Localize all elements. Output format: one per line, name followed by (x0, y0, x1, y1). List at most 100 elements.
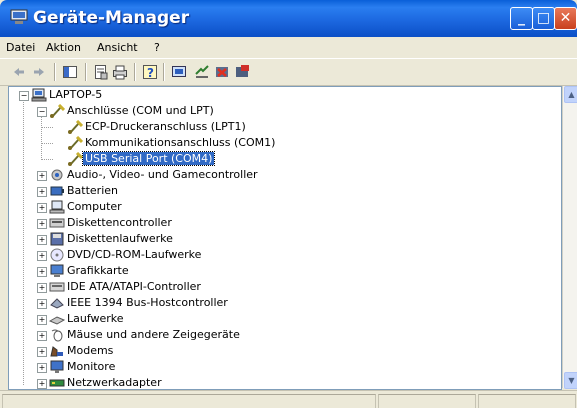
computer-icon (49, 200, 65, 214)
dvd-drive-icon (50, 248, 64, 262)
tree-category-label: Anschlüsse (COM und LPT) (67, 104, 214, 117)
status-cell (478, 394, 576, 408)
port-icon (68, 120, 83, 134)
tree-category-label: Audio-, Video- und Gamecontroller (67, 168, 258, 181)
tree-category-label: IDE ATA/ATAPI-Controller (67, 280, 201, 293)
maximize-button[interactable]: □ (532, 7, 555, 30)
tree-category-label: Laufwerke (67, 312, 124, 325)
expand-toggle[interactable]: + (37, 363, 47, 373)
ieee1394-icon (50, 298, 64, 309)
scan-hardware-icon[interactable] (171, 64, 187, 80)
tree-category-row[interactable]: + Netzwerkadapter (9, 375, 549, 389)
collapse-toggle[interactable]: − (19, 91, 29, 101)
tree-category-row[interactable]: + Diskettencontroller (9, 215, 549, 231)
scroll-up-icon[interactable]: ▲ (564, 86, 577, 103)
tree-category-label: Mäuse und andere Zeigegeräte (67, 328, 240, 341)
tree-category-row[interactable]: + Diskettenlaufwerke (9, 231, 549, 247)
properties-icon[interactable] (93, 64, 109, 80)
toolbar-separator (54, 63, 56, 81)
tree-category-label: Modems (67, 344, 114, 357)
tree-category-label: Netzwerkadapter (67, 376, 162, 389)
tree-category-label: IEEE 1394 Bus-Hostcontroller (67, 296, 228, 309)
tree-category-label: Computer (67, 200, 122, 213)
collapse-toggle[interactable]: − (37, 107, 47, 117)
tree-category-row[interactable]: + IEEE 1394 Bus-Hostcontroller (9, 295, 549, 311)
menu-aktion[interactable]: Aktion (46, 41, 81, 54)
tree-category-row[interactable]: + DVD/CD-ROM-Laufwerke (9, 247, 549, 263)
expand-toggle[interactable]: + (37, 331, 47, 341)
tree-item-com4[interactable]: USB Serial Port (COM4) (9, 151, 549, 167)
battery-icon (50, 186, 64, 196)
device-manager-icon (10, 9, 28, 24)
expand-toggle[interactable]: + (37, 267, 47, 277)
tree-category-row[interactable]: + Computer (9, 199, 549, 215)
status-bar (0, 390, 577, 408)
tree-category-label: DVD/CD-ROM-Laufwerke (67, 248, 202, 261)
tree-category-label: Diskettenlaufwerke (67, 232, 173, 245)
back-icon[interactable] (11, 64, 27, 80)
scroll-down-icon[interactable]: ▼ (564, 372, 577, 389)
tree-category-label: Diskettencontroller (67, 216, 172, 229)
expand-toggle[interactable]: + (37, 203, 47, 213)
device-manager-window: Geräte-Manager _ □ ✕ Datei Aktion Ansich… (0, 0, 577, 408)
tree-root-row[interactable]: − LAPTOP-5 (9, 87, 549, 103)
expand-toggle[interactable]: + (37, 347, 47, 357)
menu-help[interactable]: ? (154, 41, 160, 54)
title-bar[interactable]: Geräte-Manager _ □ ✕ (0, 0, 577, 37)
tree-category-row[interactable]: + Monitore (9, 359, 549, 375)
tree-category-row[interactable]: + Modems (9, 343, 549, 359)
toolbar-separator (163, 63, 165, 81)
tree-root-label: LAPTOP-5 (49, 88, 103, 101)
minimize-button[interactable]: _ (510, 7, 533, 30)
expand-toggle[interactable]: + (37, 187, 47, 197)
expand-toggle[interactable]: + (37, 299, 47, 309)
menu-datei[interactable]: Datei (6, 41, 35, 54)
device-tree[interactable]: − LAPTOP-5 − Anschlüsse (COM und LPT) EC… (8, 86, 562, 390)
tree-item-label-selected: USB Serial Port (COM4) (81, 151, 216, 166)
expand-toggle[interactable]: + (37, 315, 47, 325)
vertical-scrollbar[interactable]: ▲ ▼ (562, 86, 577, 389)
print-icon[interactable] (112, 64, 128, 80)
monitor-icon (50, 360, 64, 373)
floppy-controller-icon (49, 218, 65, 228)
uninstall-device-icon[interactable] (234, 64, 250, 80)
forward-icon[interactable] (31, 64, 47, 80)
disable-device-icon[interactable] (214, 64, 230, 80)
toolbar-separator (134, 63, 136, 81)
update-driver-icon[interactable] (194, 64, 210, 80)
tree-category-row[interactable]: + Laufwerke (9, 311, 549, 327)
expand-toggle[interactable]: + (37, 235, 47, 245)
tree-category-row[interactable]: + Batterien (9, 183, 549, 199)
tree-category-label: Grafikkarte (67, 264, 129, 277)
expand-toggle[interactable]: + (37, 379, 47, 389)
mouse-icon (51, 329, 63, 342)
tree-item-lpt1[interactable]: ECP-Druckeranschluss (LPT1) (9, 119, 549, 135)
tree-item-label: ECP-Druckeranschluss (LPT1) (85, 120, 246, 133)
expand-toggle[interactable]: + (37, 171, 47, 181)
status-cell (2, 394, 376, 408)
close-button[interactable]: ✕ (554, 7, 577, 30)
help-icon[interactable]: ? (142, 64, 158, 80)
tree-category-row[interactable]: + Audio-, Video- und Gamecontroller (9, 167, 549, 183)
window-title: Geräte-Manager (33, 8, 190, 28)
tree-category-row[interactable]: + IDE ATA/ATAPI-Controller (9, 279, 549, 295)
audio-icon (51, 169, 63, 181)
floppy-drive-icon (50, 232, 64, 246)
expand-toggle[interactable]: + (37, 219, 47, 229)
disk-drive-icon (49, 316, 65, 325)
tree-category-label: Monitore (67, 360, 116, 373)
status-cell (378, 394, 476, 408)
tree-category-row[interactable]: + Grafikkarte (9, 263, 549, 279)
expand-toggle[interactable]: + (37, 251, 47, 261)
network-adapter-icon (49, 379, 65, 387)
tree-category-ports[interactable]: − Anschlüsse (COM und LPT) (9, 103, 549, 119)
show-hide-tree-icon[interactable] (62, 64, 78, 80)
display-adapter-icon (50, 264, 64, 277)
computer-icon (31, 88, 47, 102)
tree-item-com1[interactable]: Kommunikationsanschluss (COM1) (9, 135, 549, 151)
port-icon (68, 136, 83, 150)
menu-ansicht[interactable]: Ansicht (97, 41, 138, 54)
expand-toggle[interactable]: + (37, 283, 47, 293)
tree-category-row[interactable]: + Mäuse und andere Zeigegeräte (9, 327, 549, 343)
modem-icon (50, 346, 63, 357)
